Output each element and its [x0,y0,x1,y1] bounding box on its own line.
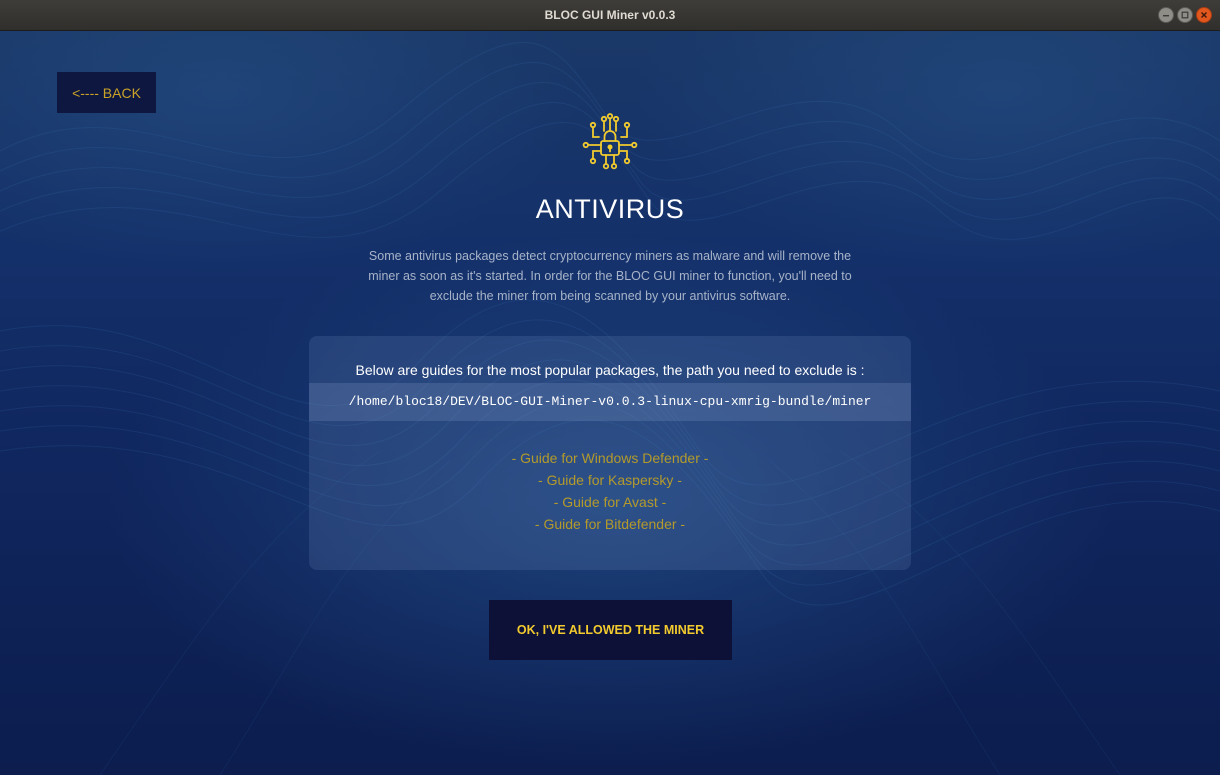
guide-link-kaspersky[interactable]: - Guide for Kaspersky - [309,469,911,491]
confirm-allowed-button[interactable]: OK, I'VE ALLOWED THE MINER [489,600,732,660]
close-icon[interactable] [1196,7,1212,23]
maximize-icon[interactable] [1177,7,1193,23]
guide-link-windows-defender[interactable]: - Guide for Windows Defender - [309,447,911,469]
page-title: ANTIVIRUS [535,194,685,224]
back-button[interactable]: <---- BACK [57,72,156,113]
guide-panel: Below are guides for the most popular pa… [309,336,911,570]
panel-intro: Below are guides for the most popular pa… [355,362,865,378]
guide-link-bitdefender[interactable]: - Guide for Bitdefender - [309,513,911,535]
guide-link-avast[interactable]: - Guide for Avast - [309,491,911,513]
minimize-icon[interactable] [1158,7,1174,23]
guide-list: - Guide for Windows Defender - - Guide f… [309,447,911,535]
page-description: Some antivirus packages detect cryptocur… [368,249,852,303]
main-content: <---- BACK ANTIVIRUS Some antivirus pack… [0,31,1220,775]
window-title: BLOC GUI Miner v0.0.3 [544,8,676,22]
circuit-lock-icon [582,113,638,170]
title-bar[interactable]: BLOC GUI Miner v0.0.3 [0,0,1220,31]
app-window: BLOC GUI Miner v0.0.3 <---- BACK ANTIVIR… [0,0,1220,775]
exclude-path[interactable]: /home/bloc18/DEV/BLOC-GUI-Miner-v0.0.3-l… [309,383,911,421]
